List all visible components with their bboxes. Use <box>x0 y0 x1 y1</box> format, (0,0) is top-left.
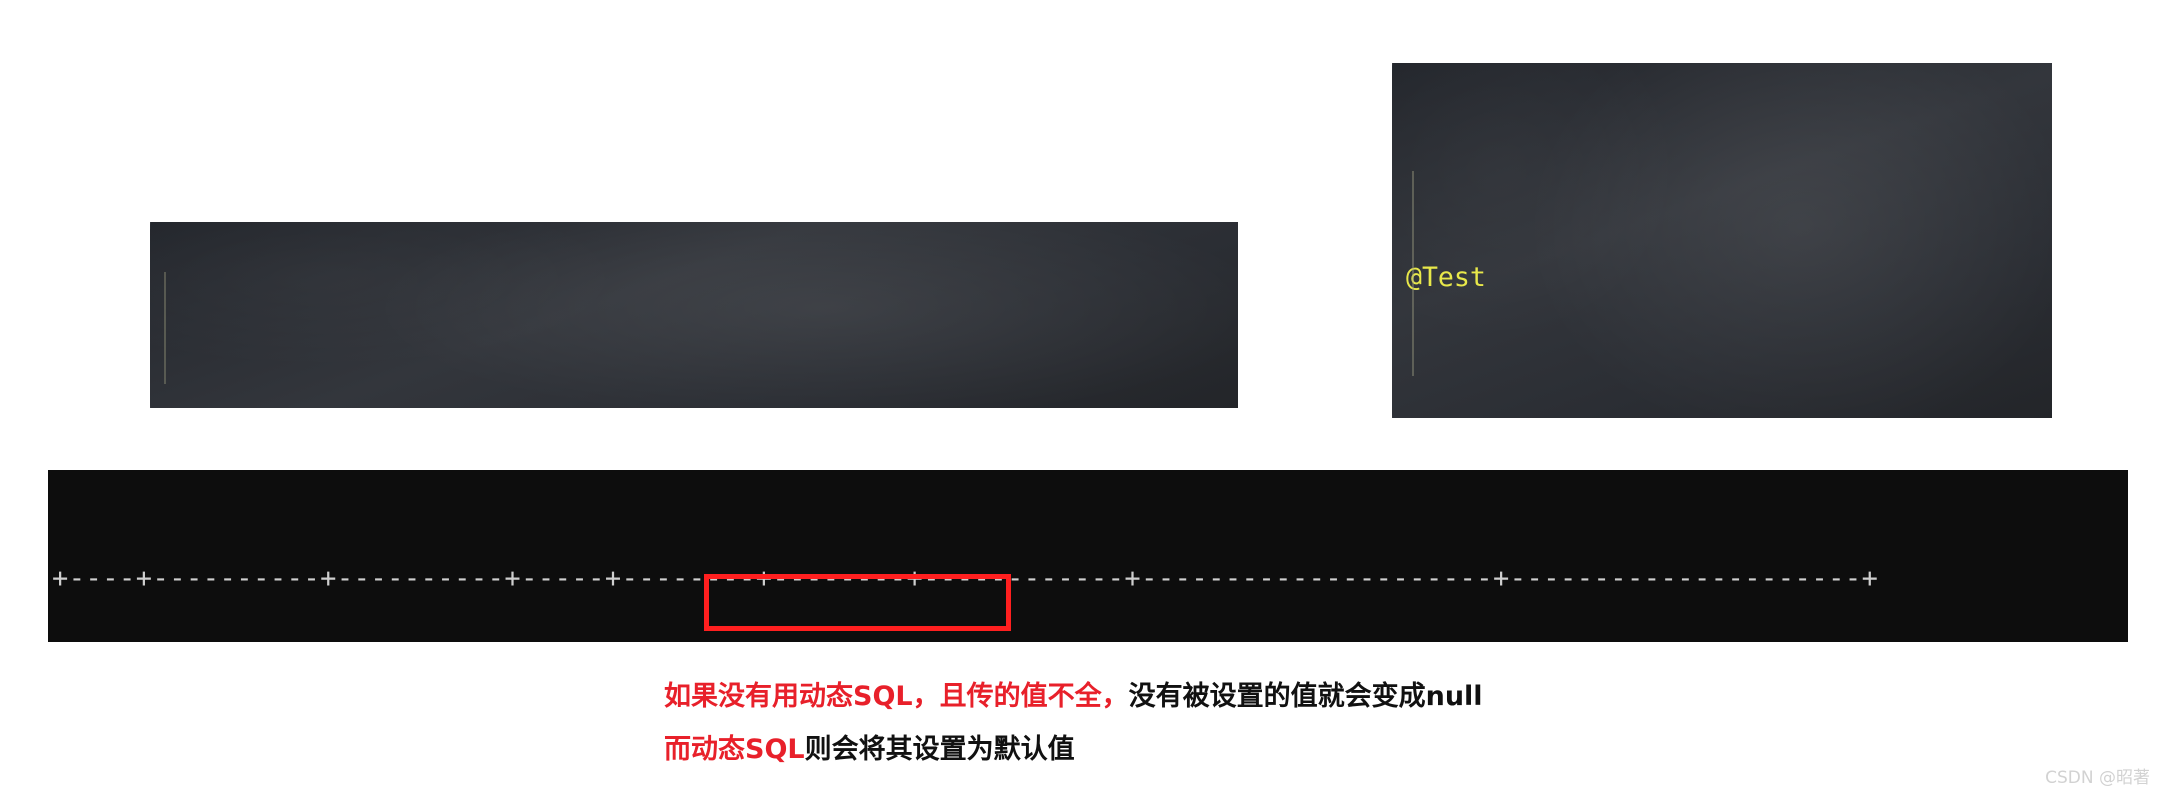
annotation-line-2-black: 则会将其设置为默认值 <box>804 734 1075 765</box>
indent-guide-line <box>164 272 166 384</box>
annotation-line-1-red: 如果没有用动态SQL，且传的值不全， <box>664 681 1129 712</box>
test-code-block: @Test void insert2() { UserInfo userinfo… <box>1392 63 2052 418</box>
annotation-line-1: 如果没有用动态SQL，且传的值不全，没有被设置的值就会变成null <box>664 674 1483 713</box>
test-code-line-1: @Test <box>1406 255 2052 301</box>
annotation-line-2-red: 而动态SQL <box>664 734 805 765</box>
indent-guide-line <box>1412 171 1414 376</box>
test-annotation-token: @Test <box>1406 262 1486 293</box>
annotation-line-2: 而动态SQL则会将其设置为默认值 <box>664 727 1075 766</box>
table-border-top: +----+----------+----------+-----+------… <box>52 563 1879 594</box>
sql-result-table: +----+----------+----------+-----+------… <box>48 470 2128 642</box>
mapper-code-block: @Insert("insert into userinfo (username,… <box>150 222 1238 408</box>
csdn-watermark: CSDN @昭著 <box>2045 768 2150 788</box>
annotation-line-1-black: 没有被设置的值就会变成null <box>1128 681 1483 712</box>
